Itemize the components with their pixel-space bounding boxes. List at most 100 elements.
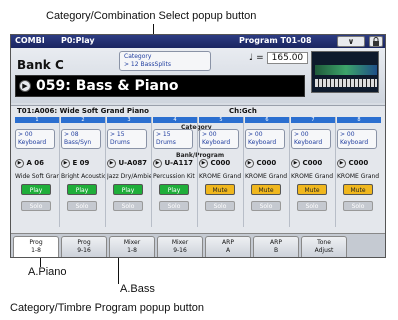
program-name: KROME Grand bbox=[245, 173, 288, 180]
tab-2[interactable]: Prog 9-16 bbox=[61, 236, 107, 257]
popup-arrow-icon[interactable]: ▶ bbox=[337, 159, 346, 168]
tab-label-line1: Prog bbox=[29, 239, 43, 246]
category-name: Drums bbox=[110, 139, 130, 146]
timbre-program-popup-5[interactable]: ▶ C000 bbox=[199, 159, 243, 171]
category-name: Keyboard bbox=[18, 139, 47, 146]
tempo-field[interactable]: 165.00 bbox=[266, 52, 309, 64]
tab-3[interactable]: Mixer 1-8 bbox=[109, 236, 155, 257]
timbre-category-button-5[interactable]: > 00 Keyboard bbox=[199, 129, 239, 149]
timbre-category-button-1[interactable]: > 00 Keyboard bbox=[15, 129, 55, 149]
category-combination-select-button[interactable]: Category > 12 BassSplits bbox=[119, 51, 211, 71]
category-number: > 00 bbox=[18, 131, 33, 138]
tab-label-line2: 9-16 bbox=[77, 247, 91, 254]
timbre-category-button-6[interactable]: > 00 Keyboard bbox=[245, 129, 285, 149]
column-divider bbox=[197, 117, 198, 227]
timbre-category-button-3[interactable]: > 15 Drums bbox=[107, 129, 147, 149]
popup-arrow-icon[interactable]: ▶ bbox=[61, 159, 70, 168]
program-number: A 06 bbox=[26, 159, 45, 167]
tab-7[interactable]: Tone Adjust bbox=[301, 236, 347, 257]
column-divider bbox=[105, 117, 106, 227]
solo-button-6[interactable]: Solo bbox=[251, 201, 281, 211]
category-name: Drums bbox=[156, 139, 176, 146]
play-mute-button-1[interactable]: Play bbox=[21, 184, 51, 195]
tab-label-line1: Mixer bbox=[123, 239, 141, 246]
play-mute-button-5[interactable]: Mute bbox=[205, 184, 235, 195]
program-number: E 09 bbox=[72, 159, 90, 167]
popup-arrow-icon[interactable]: ▶ bbox=[199, 159, 208, 168]
combination-name-bar[interactable]: ▶ 059: Bass & Piano bbox=[15, 75, 305, 97]
tempo-display: ♩ = 165.00 bbox=[249, 52, 309, 64]
timbre-category-button-8[interactable]: > 00 Keyboard bbox=[337, 129, 377, 149]
solo-button-3[interactable]: Solo bbox=[113, 201, 143, 211]
timbre-program-popup-7[interactable]: ▶ C000 bbox=[291, 159, 335, 171]
play-mute-button-7[interactable]: Mute bbox=[297, 184, 327, 195]
program-number: C000 bbox=[302, 159, 323, 167]
tab-label-line2: 1-8 bbox=[31, 247, 41, 254]
timbre-number-2: 2 bbox=[61, 117, 105, 123]
callout-a-piano: A.Piano bbox=[28, 266, 67, 278]
solo-button-1[interactable]: Solo bbox=[21, 201, 51, 211]
bank-program-section-label: Bank/Program bbox=[176, 152, 225, 159]
solo-button-5[interactable]: Solo bbox=[205, 201, 235, 211]
tab-label-line2: A bbox=[225, 247, 231, 254]
tab-label-line2: Adjust bbox=[314, 247, 334, 254]
solo-button-8[interactable]: Solo bbox=[343, 201, 373, 211]
synth-screen: COMBI P0:Play Program T01-08 ∨ Bank C Ca… bbox=[10, 34, 386, 258]
popup-arrow-icon[interactable]: ▶ bbox=[19, 80, 31, 92]
column-divider bbox=[335, 117, 336, 227]
timbre-number-8: 8 bbox=[337, 117, 381, 123]
lock-icon[interactable] bbox=[369, 36, 383, 47]
solo-button-7[interactable]: Solo bbox=[297, 201, 327, 211]
popup-arrow-icon[interactable]: ▶ bbox=[245, 159, 254, 168]
play-mute-button-6[interactable]: Mute bbox=[251, 184, 281, 195]
timbre-program-popup-8[interactable]: ▶ C000 bbox=[337, 159, 381, 171]
callout-a-bass: A.Bass bbox=[120, 283, 155, 295]
timbre-number-4: 4 bbox=[153, 117, 197, 123]
play-mute-button-2[interactable]: Play bbox=[67, 184, 97, 195]
play-mute-button-4[interactable]: Play bbox=[159, 184, 189, 195]
program-name: Jazz Dry/Ambient bbox=[107, 173, 151, 180]
category-name: Keyboard bbox=[294, 139, 323, 146]
bank-label: Bank C bbox=[17, 58, 64, 72]
page-label: P0:Play bbox=[61, 36, 95, 45]
mode-label: COMBI bbox=[15, 36, 45, 45]
timbre-program-popup-4[interactable]: ▶ U-A117 bbox=[153, 159, 197, 171]
timbre-number-6: 6 bbox=[245, 117, 289, 123]
timbre-category-button-7[interactable]: > 00 Keyboard bbox=[291, 129, 331, 149]
timbre-number-1: 1 bbox=[15, 117, 59, 123]
tab-4[interactable]: Mixer 9-16 bbox=[157, 236, 203, 257]
timbre-program-popup-2[interactable]: ▶ E 09 bbox=[61, 159, 105, 171]
solo-button-2[interactable]: Solo bbox=[67, 201, 97, 211]
timbre-program-popup-6[interactable]: ▶ C000 bbox=[245, 159, 289, 171]
category-number: > 00 bbox=[202, 131, 217, 138]
timbre-number-5: 5 bbox=[199, 117, 243, 123]
callout-category-combination-select: Category/Combination Select popup button bbox=[46, 10, 257, 22]
program-name: KROME Grand bbox=[291, 173, 334, 180]
category-number: > 15 bbox=[156, 131, 171, 138]
play-mute-button-8[interactable]: Mute bbox=[343, 184, 373, 195]
category-name: Keyboard bbox=[340, 139, 369, 146]
timbre-category-button-2[interactable]: > 08 Bass/Syn bbox=[61, 129, 101, 149]
popup-arrow-icon[interactable]: ▶ bbox=[15, 159, 24, 168]
program-name: Percussion Kit bbox=[153, 173, 195, 180]
tab-6[interactable]: ARP B bbox=[253, 236, 299, 257]
program-number: C000 bbox=[210, 159, 231, 167]
tab-5[interactable]: ARP A bbox=[205, 236, 251, 257]
page-menu-button[interactable]: ∨ bbox=[337, 36, 365, 47]
title-bar: COMBI P0:Play Program T01-08 ∨ bbox=[11, 35, 385, 48]
popup-arrow-icon[interactable]: ▶ bbox=[107, 159, 116, 168]
timbre-category-button-4[interactable]: > 15 Drums bbox=[153, 129, 193, 149]
tab-label-line1: Tone bbox=[317, 239, 331, 246]
popup-arrow-icon[interactable]: ▶ bbox=[153, 159, 162, 168]
popup-arrow-icon[interactable]: ▶ bbox=[291, 159, 300, 168]
category-number: > 08 bbox=[64, 131, 79, 138]
tab-1[interactable]: Prog 1-8 bbox=[13, 236, 59, 257]
timbre-program-popup-3[interactable]: ▶ U-A087 bbox=[107, 159, 151, 171]
column-divider bbox=[289, 117, 290, 227]
solo-button-4[interactable]: Solo bbox=[159, 201, 189, 211]
tab-label-line1: Mixer bbox=[171, 239, 189, 246]
play-mute-button-3[interactable]: Play bbox=[113, 184, 143, 195]
chevron-down-icon: ∨ bbox=[347, 37, 355, 46]
combination-header: Bank C Category > 12 BassSplits ♩ = 165.0… bbox=[11, 48, 385, 103]
timbre-program-popup-1[interactable]: ▶ A 06 bbox=[15, 159, 59, 171]
